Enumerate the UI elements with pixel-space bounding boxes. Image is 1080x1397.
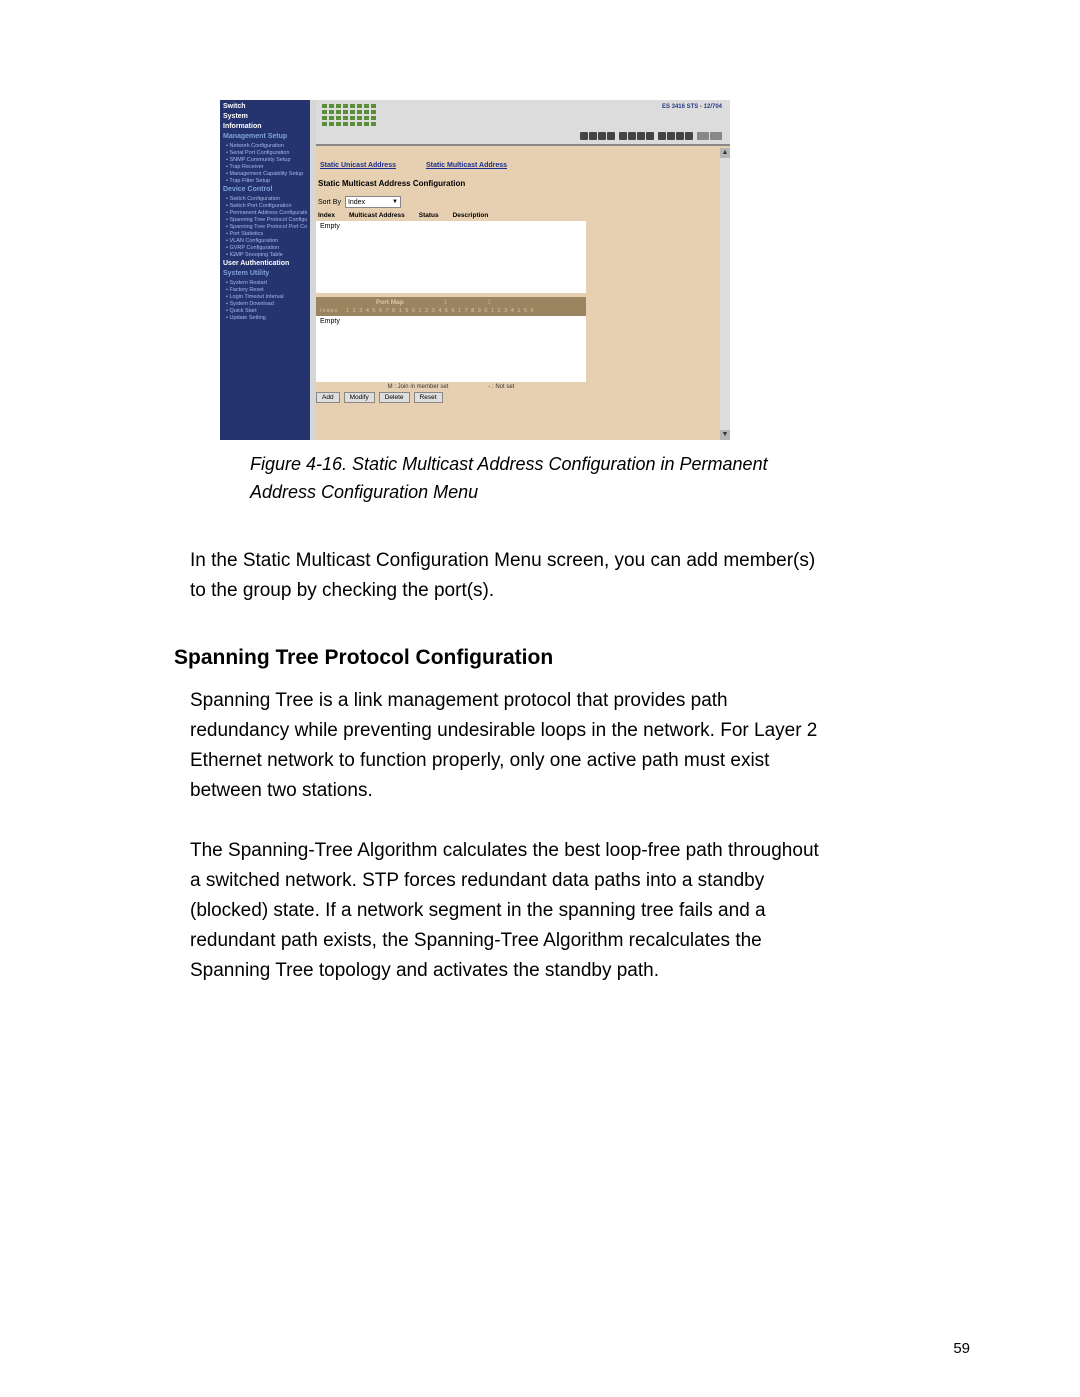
delete-button[interactable]: Delete: [379, 392, 410, 403]
nav-item[interactable]: Permanent Address Configuration: [226, 210, 307, 217]
scroll-down-icon[interactable]: ▼: [720, 430, 730, 440]
nav-item[interactable]: GVRP Configuration: [226, 245, 307, 252]
device-model-label: ES 3416 STS - 12/704: [662, 104, 722, 110]
modify-button[interactable]: Modify: [344, 392, 375, 403]
nav-item[interactable]: Update Setting: [226, 315, 307, 322]
nav-item[interactable]: Management Capability Setup: [226, 171, 307, 178]
paragraph: Spanning Tree is a link management proto…: [190, 686, 830, 806]
port-led-grid: [322, 104, 398, 136]
paragraph: The Spanning-Tree Algorithm calculates t…: [190, 836, 830, 986]
sort-row: Sort By Index ▼: [318, 196, 716, 208]
nav-sidebar: Switch System Information Management Set…: [220, 100, 310, 440]
col-status: Status: [419, 212, 439, 219]
section-heading-stp: Spanning Tree Protocol Configuration: [174, 646, 970, 670]
port-map-header: Index Port Map 1 2: [316, 297, 586, 308]
nav-item[interactable]: Login Timeout Interval: [226, 294, 307, 301]
sort-by-label: Sort By: [318, 199, 341, 206]
content-scrollbar[interactable]: ▲ ▼: [720, 148, 730, 440]
paragraph: In the Static Multicast Configuration Me…: [190, 546, 830, 606]
port-jacks: [580, 132, 722, 140]
port-map-list[interactable]: Empty: [316, 316, 586, 382]
port-map-title: Port Map: [376, 299, 404, 306]
sort-by-value: Index: [348, 199, 365, 206]
port-map-numbers: 1 2 3 4 5 6 7 8 1 9 0 1 2 3 4 5 6 1 7 8 …: [346, 308, 535, 314]
page: Switch System Information Management Set…: [0, 0, 1080, 1397]
nav-item[interactable]: Switch Configuration: [226, 196, 307, 203]
legend-notset: - : Not set: [488, 384, 514, 390]
port-map-index-label2: Index: [320, 308, 338, 314]
add-button[interactable]: Add: [316, 392, 340, 403]
nav-item[interactable]: Factory Reset: [226, 287, 307, 294]
figure: Switch System Information Management Set…: [220, 100, 970, 506]
port-map-group-1: 1: [444, 299, 448, 306]
scroll-up-icon[interactable]: ▲: [720, 148, 730, 158]
nav-item[interactable]: Spanning Tree Protocol Port Configuratio…: [226, 224, 307, 231]
nav-item[interactable]: SNMP Community Setup: [226, 157, 307, 164]
nav-header-user-auth: User Authentication: [223, 260, 307, 268]
nav-item[interactable]: Port Statistics: [226, 231, 307, 238]
main-content: Static Unicast Address Static Multicast …: [316, 148, 716, 436]
nav-item[interactable]: Spanning Tree Protocol Configuration: [226, 217, 307, 224]
nav-item[interactable]: System Download: [226, 301, 307, 308]
nav-item[interactable]: IGMP Snooping Table: [226, 252, 307, 259]
legend-member: M : Join in member set: [388, 384, 449, 390]
panel-title: Static Multicast Address Configuration: [318, 179, 716, 188]
address-table-header: Index Multicast Address Status Descripti…: [318, 212, 716, 219]
col-multicast-address: Multicast Address: [349, 212, 405, 219]
device-header-panel: ES 3416 STS - 12/704: [316, 100, 730, 146]
nav-header-sys-utility: System Utility: [223, 270, 307, 278]
nav-header-system: System: [223, 113, 307, 121]
nav-item[interactable]: VLAN Configuration: [226, 238, 307, 245]
tab-static-multicast[interactable]: Static Multicast Address: [426, 162, 507, 169]
nav-item[interactable]: Trap Filter Setup: [226, 178, 307, 185]
sort-by-select[interactable]: Index ▼: [345, 196, 401, 208]
chevron-down-icon: ▼: [392, 199, 398, 205]
nav-header-device-control: Device Control: [223, 186, 307, 194]
nav-item[interactable]: System Restart: [226, 280, 307, 287]
address-tabs: Static Unicast Address Static Multicast …: [320, 162, 716, 169]
nav-item[interactable]: Network Configuration: [226, 143, 307, 150]
nav-item[interactable]: Trap Receiver: [226, 164, 307, 171]
nav-item[interactable]: Switch Port Configuration: [226, 203, 307, 210]
address-table-list[interactable]: Empty: [316, 221, 586, 293]
figure-caption: Figure 4-16. Static Multicast Address Co…: [250, 450, 770, 506]
col-index: Index: [318, 212, 335, 219]
port-map-legend: M : Join in member set - : Not set: [316, 384, 586, 390]
page-number: 59: [953, 1340, 970, 1357]
nav-header-information: Information: [223, 123, 307, 131]
address-table-empty: Empty: [320, 223, 340, 230]
tab-static-unicast[interactable]: Static Unicast Address: [320, 162, 396, 169]
port-map-empty: Empty: [320, 318, 340, 325]
nav-header-switch: Switch: [223, 103, 307, 111]
action-buttons: Add Modify Delete Reset: [316, 392, 716, 403]
port-map-numbers-row: Index 1 2 3 4 5 6 7 8 1 9 0 1 2 3 4 5 6 …: [316, 308, 586, 316]
screenshot-static-multicast: Switch System Information Management Set…: [220, 100, 730, 440]
port-map-group-2: 2: [487, 299, 491, 306]
reset-button[interactable]: Reset: [414, 392, 443, 403]
nav-header-mgmt-setup: Management Setup: [223, 133, 307, 141]
nav-item[interactable]: Serial Port Configuration: [226, 150, 307, 157]
col-description: Description: [453, 212, 489, 219]
nav-item[interactable]: Quick Start: [226, 308, 307, 315]
